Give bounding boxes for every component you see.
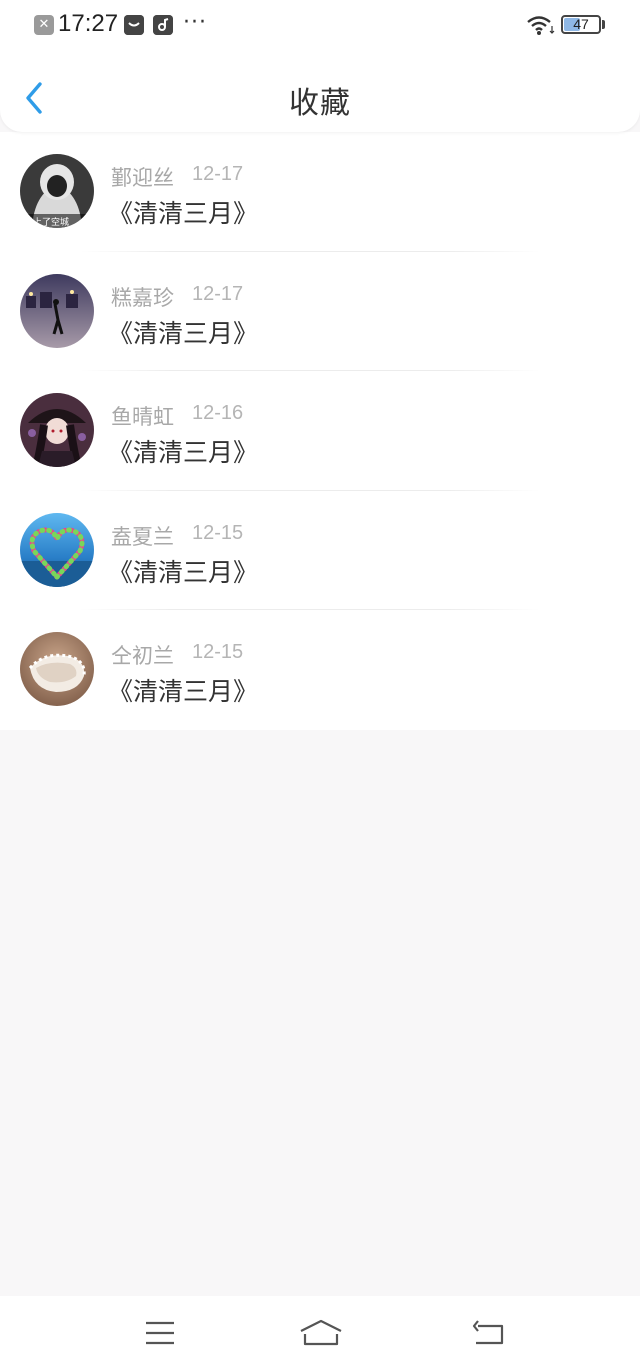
status-time: 17:27 [58,10,119,37]
avatar [20,273,94,348]
list-item[interactable]: 仝初兰 12-15 《清清三月》 [0,610,640,730]
list-item[interactable]: 糕嘉珍 12-17 《清清三月》 [0,252,640,372]
home-button[interactable] [298,1318,344,1348]
item-date: 12-17 [192,282,244,305]
item-name: 盍夏兰 [111,524,174,549]
item-date: 12-16 [192,402,244,425]
battery-text: 47 [573,16,589,32]
item-name: 鱼晴虹 [111,405,174,430]
item-date: 12-17 [192,163,244,185]
menu-icon [146,1321,174,1345]
music-icon [153,15,173,35]
system-nav-bar [0,1296,640,1372]
item-title: 《清清三月》 [108,318,259,348]
battery-icon: 47 [561,15,601,34]
svg-text:爱上了空城: 爱上了空城 [24,216,69,228]
more-dots-icon: ··· [183,10,207,35]
item-title: 《清清三月》 [108,199,259,228]
message-icon [124,15,144,35]
avatar: 爱上了空城 [20,154,94,228]
avatar [20,512,94,587]
back-button[interactable] [20,78,50,118]
item-title: 《清清三月》 [108,557,259,587]
page-title: 收藏 [289,86,351,121]
menu-button[interactable] [142,1318,178,1348]
favorites-list: 爱上了空城 鄞迎丝 12-17 《清清三月》 糕嘉珍 12-17 《清清三月》 [0,132,640,730]
item-title: 《清清三月》 [108,677,259,707]
item-date: 12-15 [192,641,244,664]
header: ✕ 17:27 ··· 47 收藏 [0,0,640,132]
avatar [20,393,94,468]
item-date: 12-15 [192,521,244,544]
item-name: 鄞迎丝 [111,166,174,190]
list-item[interactable]: 盍夏兰 12-15 《清清三月》 [0,491,640,611]
home-icon [300,1319,342,1346]
item-name: 仝初兰 [111,644,174,669]
status-bar: ✕ 17:27 ··· 47 [0,0,640,52]
back-nav-button[interactable] [470,1318,506,1348]
list-item[interactable]: 爱上了空城 鄞迎丝 12-17 《清清三月》 [0,132,640,252]
list-item[interactable]: 鱼晴虹 12-16 《清清三月》 [0,371,640,491]
back-return-icon [472,1320,504,1345]
item-title: 《清清三月》 [108,438,259,468]
wifi-icon [527,16,555,35]
chevron-left-icon [26,82,42,114]
avatar [20,632,94,707]
item-name: 糕嘉珍 [111,285,174,310]
notification-close-icon: ✕ [34,15,54,35]
battery-tip [602,20,605,29]
